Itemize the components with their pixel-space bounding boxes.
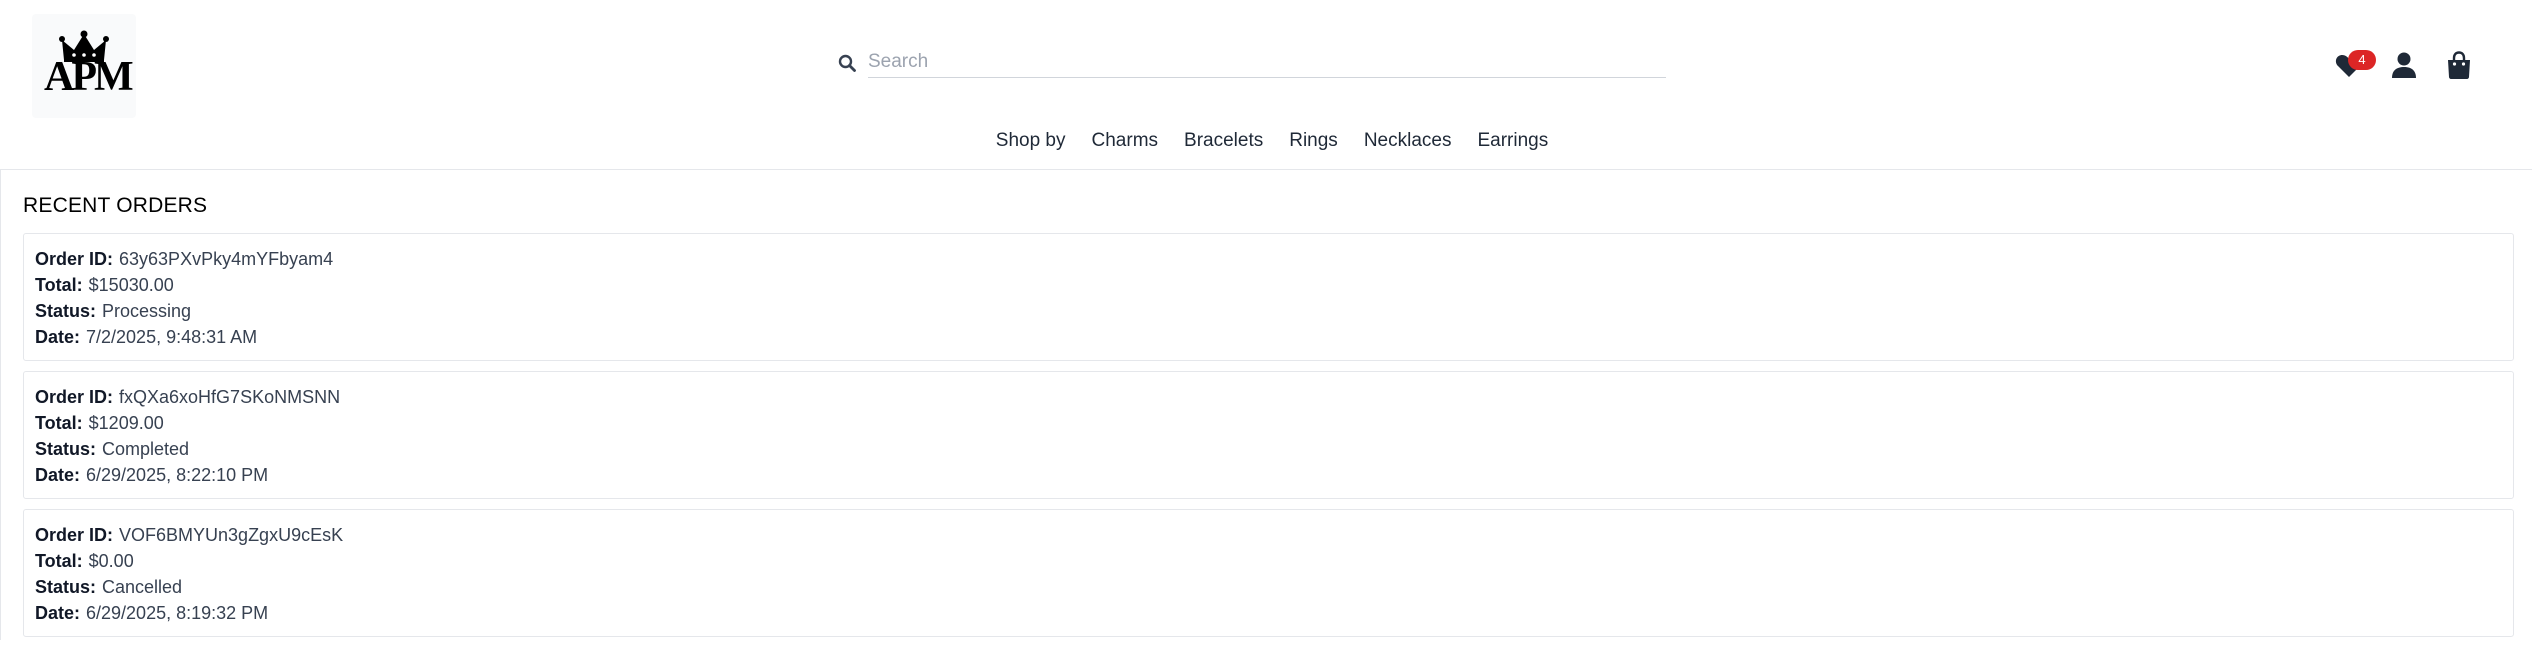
order-total-value: $0.00 [88, 551, 134, 571]
order-status-label: Status: [35, 301, 97, 321]
order-status-label: Status: [35, 577, 97, 597]
nav-shop-by[interactable]: Shop by [996, 126, 1066, 156]
order-card: Order ID: 63y63PXvPky4mYFbyam4 Total: $150… [23, 233, 2514, 361]
recent-orders-title: RECENT ORDERS [23, 194, 208, 217]
order-date-line: Date: 7/2/2025, 9:48:31 AM [35, 324, 2502, 350]
nav-charms[interactable]: Charms [1092, 126, 1159, 156]
wishlist-button[interactable]: 4 [2334, 50, 2376, 80]
order-total-line: Total: $1209.00 [35, 410, 2502, 436]
order-id-value: 63y63PXvPky4mYFbyam4 [119, 249, 334, 269]
order-date-line: Date: 6/29/2025, 8:19:32 PM [35, 600, 2502, 626]
order-total-value: $15030.00 [88, 275, 174, 295]
order-date-label: Date: [35, 327, 81, 347]
order-status-line: Status: Completed [35, 436, 2502, 462]
order-total-line: Total: $15030.00 [35, 272, 2502, 298]
order-date-value: 6/29/2025, 8:22:10 PM [86, 465, 269, 485]
order-status-value: Processing [102, 301, 192, 321]
order-status-label: Status: [35, 439, 97, 459]
nav-earrings[interactable]: Earrings [1477, 126, 1548, 156]
orders-list: Order ID: 63y63PXvPky4mYFbyam4 Total: $150… [23, 233, 2514, 647]
order-id-value: VOF6BMYUn3gZgxU9cEsK [119, 525, 344, 545]
order-card: Order ID: fxQXa6xoHfG7SKoNMSNN Total: $120… [23, 371, 2514, 499]
order-id-label: Order ID: [35, 525, 114, 545]
search-icon [838, 54, 856, 72]
order-date-label: Date: [35, 465, 81, 485]
nav-necklaces[interactable]: Necklaces [1364, 126, 1452, 156]
shopping-bag-icon [2448, 51, 2470, 79]
header-actions: 4 [2332, 44, 2532, 84]
order-date-line: Date: 6/29/2025, 8:22:10 PM [35, 462, 2502, 488]
account-button[interactable] [2389, 50, 2419, 80]
search-bar [838, 48, 1666, 80]
order-status-line: Status: Cancelled [35, 574, 2502, 600]
order-id-line: Order ID: fxQXa6xoHfG7SKoNMSNN [35, 384, 2502, 410]
order-id-line: Order ID: VOF6BMYUn3gZgxU9cEsK [35, 522, 2502, 548]
order-total-label: Total: [35, 275, 83, 295]
logo-text: APM [44, 54, 134, 100]
order-card: Order ID: VOF6BMYUn3gZgxU9cEsK Total: $0.0… [23, 509, 2514, 637]
order-total-label: Total: [35, 413, 83, 433]
nav-rings[interactable]: Rings [1289, 126, 1338, 156]
main-content: RECENT ORDERS Order ID: 63y63PXvPky4mYFby… [0, 170, 2532, 640]
order-total-value: $1209.00 [88, 413, 164, 433]
cart-button[interactable] [2444, 50, 2474, 80]
logo-mark: APM [44, 30, 134, 102]
wishlist-count-badge: 4 [2348, 50, 2376, 70]
order-id-line: Order ID: 63y63PXvPky4mYFbyam4 [35, 246, 2502, 272]
site-header: APM 4 [0, 0, 2532, 170]
order-status-value: Completed [102, 439, 190, 459]
order-date-value: 7/2/2025, 9:48:31 AM [86, 327, 258, 347]
logo[interactable]: APM [32, 14, 136, 118]
order-status-value: Cancelled [102, 577, 183, 597]
order-total-line: Total: $0.00 [35, 548, 2502, 574]
search-input[interactable] [868, 48, 1666, 78]
order-status-line: Status: Processing [35, 298, 2502, 324]
order-date-value: 6/29/2025, 8:19:32 PM [86, 603, 269, 623]
nav-bracelets[interactable]: Bracelets [1184, 126, 1263, 156]
main-nav: Shop by Charms Bracelets Rings Necklaces… [0, 126, 2532, 156]
order-id-label: Order ID: [35, 249, 114, 269]
order-id-label: Order ID: [35, 387, 114, 407]
order-total-label: Total: [35, 551, 83, 571]
order-id-value: fxQXa6xoHfG7SKoNMSNN [119, 387, 341, 407]
order-date-label: Date: [35, 603, 81, 623]
user-icon [2392, 52, 2416, 78]
